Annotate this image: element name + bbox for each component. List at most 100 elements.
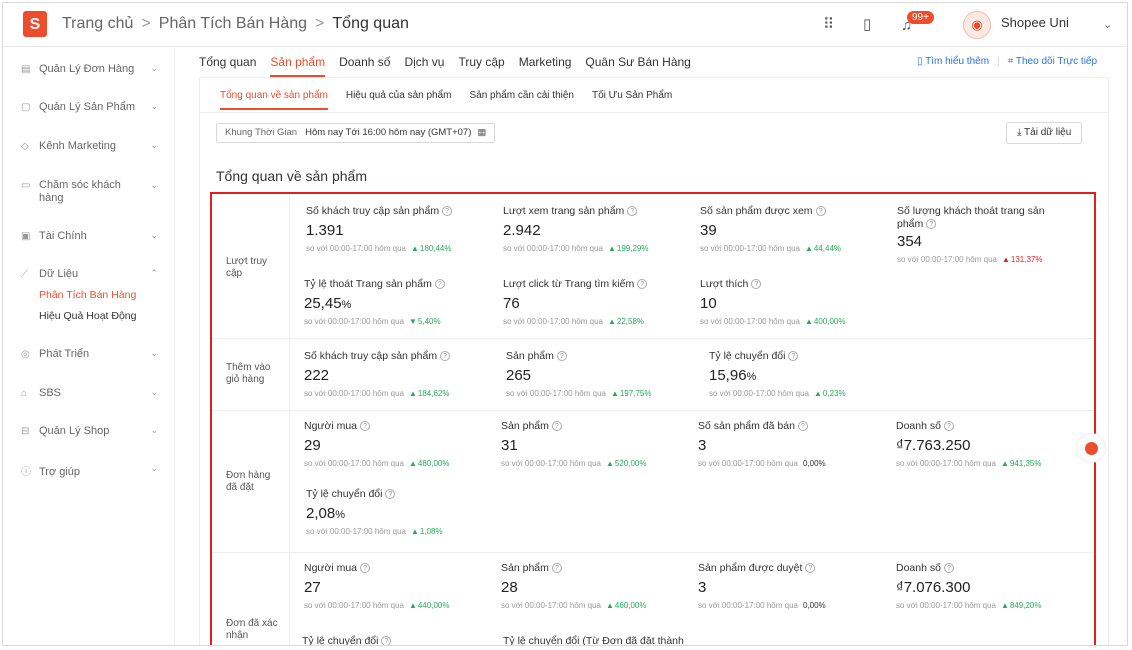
tab-products[interactable]: Sản phẩm bbox=[270, 55, 326, 77]
trend-up-icon: ▲ bbox=[607, 244, 616, 253]
subtab-products-to-improve[interactable]: Sản phẩm cần cải thiện bbox=[469, 90, 574, 108]
trend-up-icon: ▲ bbox=[1001, 255, 1010, 264]
help-icon[interactable]: ? bbox=[797, 421, 808, 431]
download-data-button[interactable]: ⤓ Tải dữ liệu bbox=[1006, 122, 1083, 144]
help-icon[interactable]: ? bbox=[926, 219, 937, 229]
live-track-link[interactable]: ⌗ Theo dõi Trực tiếp bbox=[1008, 56, 1097, 67]
metric-value: 39 bbox=[700, 222, 717, 239]
help-icon[interactable]: ? bbox=[943, 563, 954, 573]
subtab-product-performance[interactable]: Hiệu quả của sản phẩm bbox=[346, 90, 452, 108]
help-icon[interactable]: ? bbox=[381, 636, 392, 645]
compare-text: so với 00:00-17:00 hôm qua bbox=[503, 317, 603, 326]
chevron-down-icon: ⌄ bbox=[150, 463, 158, 473]
breadcrumb: Trang chủ > Phân Tích Bán Hàng > Tổng quan bbox=[62, 15, 409, 33]
help-icon[interactable]: ? bbox=[943, 421, 954, 431]
help-icon[interactable]: ? bbox=[637, 279, 648, 289]
compare-text: so với 00:00-17:00 hôm qua bbox=[897, 255, 997, 264]
metric-placed-products: Sản phẩm? 31 so với 00:00-17:00 hôm qua ▲… bbox=[501, 420, 691, 468]
tab-sales[interactable]: Doanh số bbox=[339, 55, 390, 75]
download-icon: ⤓ bbox=[1017, 127, 1022, 138]
help-icon[interactable]: ? bbox=[551, 421, 562, 431]
sidebar-item-marketing[interactable]: ◇ Kênh Marketing ⌄ bbox=[21, 140, 166, 152]
help-icon[interactable]: ? bbox=[551, 563, 562, 573]
metric-label: Người mua bbox=[304, 562, 358, 574]
chat-icon: ▭ bbox=[21, 180, 31, 191]
trend-up-icon: ▲ bbox=[605, 459, 614, 468]
product-icon: ▢ bbox=[21, 102, 31, 113]
metric-viewed-products: Số sản phẩm được xem? 39 so với 00:00-17… bbox=[700, 205, 890, 253]
metric-cart-products: Sản phẩm? 265 so với 00:00-17:00 hôm qua… bbox=[506, 350, 696, 398]
help-icon[interactable]: ? bbox=[385, 489, 396, 499]
sidebar-item-shop[interactable]: ⊟ Quản Lý Shop ⌄ bbox=[21, 425, 166, 437]
trend-up-icon: ▲ bbox=[607, 317, 616, 326]
sidebar-sub-sales-analytics[interactable]: Phân Tích Bán Hàng bbox=[39, 289, 136, 301]
shopee-logo[interactable]: S bbox=[23, 11, 47, 37]
metric-confirmed-approved: Sản phẩm được duyệt? 3 so với 00:00-17:0… bbox=[698, 562, 888, 610]
metric-value: 3 bbox=[698, 579, 707, 596]
compare-text: so với 00:00-17:00 hôm qua bbox=[304, 389, 404, 398]
trend-up-icon: ▲ bbox=[408, 389, 417, 398]
help-icon[interactable]: ? bbox=[360, 421, 371, 431]
sidebar-item-data[interactable]: ⟋ Dữ Liệu ⌃ bbox=[21, 268, 166, 280]
tab-traffic[interactable]: Truy cập bbox=[458, 55, 504, 75]
help-icon: ⓘ bbox=[21, 467, 31, 478]
metric-label: Số lượng khách thoát trang sản phẩm bbox=[897, 205, 1045, 230]
sidebar-item-customer-care[interactable]: ▭ Chăm sóc khách hàng ⌄ bbox=[21, 179, 166, 205]
compare-text: so với 00:00-17:00 hôm qua bbox=[698, 459, 798, 468]
sidebar-item-growth[interactable]: ◎ Phát Triển ⌄ bbox=[21, 348, 166, 360]
section-title: Tổng quan về sản phẩm bbox=[216, 168, 367, 184]
delta-value: 0,00% bbox=[802, 601, 826, 610]
metric-unit: % bbox=[746, 371, 757, 383]
shop-name[interactable]: Shopee Uni bbox=[1001, 15, 1069, 30]
sidebar-item-finance[interactable]: ▣ Tài Chính ⌄ bbox=[21, 230, 166, 242]
book-icon[interactable]: ▯ bbox=[863, 15, 871, 33]
tab-sales-advisor[interactable]: Quân Sư Bán Hàng bbox=[585, 55, 690, 75]
delta-value: 460,00% bbox=[614, 601, 647, 610]
tab-marketing[interactable]: Marketing bbox=[519, 55, 572, 75]
help-icon[interactable]: ? bbox=[360, 563, 371, 573]
compare-text: so với 00:00-17:00 hôm qua bbox=[700, 317, 800, 326]
metric-label: Tỷ lệ chuyển đổi bbox=[709, 350, 786, 362]
sidebar-item-orders[interactable]: ▤ Quản Lý Đơn Hàng ⌄ bbox=[21, 63, 166, 75]
help-icon[interactable]: ? bbox=[805, 563, 816, 573]
chevron-down-icon[interactable]: ⌄ bbox=[1103, 18, 1112, 31]
metric-likes: Lượt thích? 10 so với 00:00-17:00 hôm qu… bbox=[700, 278, 890, 326]
help-icon[interactable]: ? bbox=[556, 351, 567, 361]
metric-value: 25,45 bbox=[304, 295, 342, 312]
tab-overview[interactable]: Tổng quan bbox=[199, 55, 256, 75]
trend-up-icon: ▲ bbox=[610, 389, 619, 398]
metric-cart-visitors: Số khách truy cập sản phẩm? 222 so với 0… bbox=[304, 350, 494, 398]
divider bbox=[212, 552, 1094, 553]
shop-avatar[interactable]: ◉ bbox=[963, 11, 991, 39]
metric-label: Doanh số bbox=[896, 562, 941, 574]
help-icon[interactable]: ? bbox=[788, 351, 799, 361]
metric-value: 265 bbox=[506, 367, 532, 384]
sidebar-item-sbs[interactable]: ⌂ SBS ⌄ bbox=[21, 387, 166, 399]
help-icon[interactable]: ? bbox=[440, 351, 451, 361]
help-icon[interactable]: ? bbox=[815, 206, 826, 216]
tab-services[interactable]: Dịch vụ bbox=[404, 55, 444, 75]
sub-tabs: Tổng quan về sản phẩm Hiệu quả của sản ph… bbox=[220, 90, 690, 110]
metric-label: Số sản phẩm được xem bbox=[700, 205, 813, 217]
row-label-orders-confirmed: Đơn đã xác nhận bbox=[226, 618, 278, 641]
sidebar-sub-operational-efficiency[interactable]: Hiệu Quả Hoạt Động bbox=[39, 310, 136, 322]
breadcrumb-sales-analytics[interactable]: Phân Tích Bán Hàng bbox=[159, 15, 307, 32]
row-label-add-to-cart: Thêm vào giỏ hàng bbox=[226, 362, 271, 385]
apps-grid-icon[interactable]: ⠿ bbox=[823, 15, 834, 33]
metric-label: Sản phẩm bbox=[506, 350, 554, 362]
learn-more-link[interactable]: ▯ Tìm hiểu thêm bbox=[917, 56, 989, 67]
metric-value: 3 bbox=[698, 437, 707, 454]
help-icon[interactable]: ? bbox=[751, 279, 762, 289]
sidebar-item-products[interactable]: ▢ Quản Lý Sản Phẩm ⌄ bbox=[21, 101, 166, 113]
help-icon[interactable]: ? bbox=[442, 206, 453, 216]
metric-value: 1.391 bbox=[306, 222, 344, 239]
help-icon[interactable]: ? bbox=[434, 279, 445, 289]
compare-text: so với 00:00-17:00 hôm qua bbox=[501, 601, 601, 610]
time-period-picker[interactable]: Khung Thời Gian Hôm nay Tới 16:00 hôm nay… bbox=[216, 123, 496, 143]
help-icon[interactable]: ? bbox=[627, 206, 638, 216]
chat-float-button[interactable] bbox=[1076, 433, 1106, 463]
subtab-optimize-products[interactable]: Tối Ưu Sản Phẩm bbox=[592, 90, 672, 108]
sidebar-item-help[interactable]: ⓘ Trợ giúp ⌄ bbox=[21, 463, 166, 478]
subtab-product-overview[interactable]: Tổng quan về sản phẩm bbox=[220, 90, 328, 110]
breadcrumb-home[interactable]: Trang chủ bbox=[62, 15, 133, 32]
